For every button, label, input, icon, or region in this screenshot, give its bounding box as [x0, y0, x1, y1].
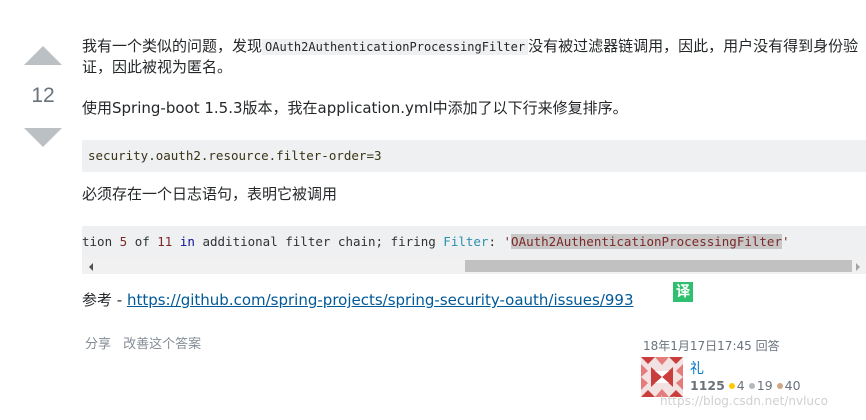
inline-code: OAuth2AuthenticationProcessingFilter: [262, 39, 529, 55]
user-stats: 1125 4 19 40: [690, 378, 801, 393]
code-type: Filter: [443, 234, 489, 249]
gold-badge-icon: [728, 383, 735, 389]
user-name-link[interactable]: 礼: [690, 358, 704, 378]
improve-answer-link[interactable]: 改善这个答案: [123, 337, 201, 352]
code-keyword: in: [179, 234, 195, 249]
code-token: tion: [82, 234, 120, 249]
paragraph-2: 使用Spring-boot 1.5.3版本，我在application.yml中…: [82, 99, 628, 117]
scroll-left-icon[interactable]: [89, 263, 93, 271]
bronze-badge-icon: [776, 383, 783, 389]
avatar[interactable]: [641, 357, 683, 397]
identicon-icon: [641, 357, 683, 397]
vote-up-button[interactable]: [24, 46, 62, 65]
watermark: https://blog.csdn.net/nvluco: [660, 394, 828, 408]
answered-timestamp: 18年1月17日17:45 回答: [643, 339, 780, 353]
vote-down-button[interactable]: [24, 128, 62, 147]
code-highlight: OAuth2AuthenticationProcessingFilter: [511, 234, 782, 249]
translate-button[interactable]: 译: [673, 282, 693, 302]
code-string: ': [781, 234, 790, 249]
scroll-thumb[interactable]: [465, 260, 852, 272]
post-actions: 分享 改善这个答案: [85, 333, 209, 352]
p1-text-before: 我有一个类似的问题，发现: [82, 37, 263, 55]
reference-prefix: 参考 -: [82, 291, 127, 309]
reputation: 1125: [690, 378, 725, 393]
silver-badge-count: 19: [756, 378, 773, 393]
code-token: additional filter chain; firing: [194, 234, 444, 249]
silver-badge-icon: [748, 383, 755, 389]
paragraph-3: 必须存在一个日志语句，表明它被调用: [82, 185, 338, 203]
reference-link[interactable]: https://github.com/spring-projects/sprin…: [127, 291, 634, 309]
code-block-config: security.oauth2.resource.filter-order=3: [82, 140, 866, 172]
code-string: ': [503, 234, 512, 249]
code-token: of: [127, 234, 158, 249]
paragraph-1: 我有一个类似的问题，发现 OAuth2AuthenticationProcessi…: [82, 36, 866, 77]
gold-badge-count: 4: [736, 378, 745, 393]
code-block-log: tion 5 of 11 in additional filter chain;…: [82, 226, 866, 258]
code-scrollbar[interactable]: [82, 258, 866, 274]
paragraph-reference: 参考 - https://github.com/spring-projects/…: [82, 290, 634, 310]
vote-count: 12: [31, 84, 55, 107]
share-link[interactable]: 分享: [85, 337, 111, 352]
code-token: :: [488, 234, 504, 249]
scroll-right-icon[interactable]: [856, 263, 860, 271]
bronze-badge-count: 40: [784, 378, 801, 393]
code-number: 11: [157, 234, 173, 249]
